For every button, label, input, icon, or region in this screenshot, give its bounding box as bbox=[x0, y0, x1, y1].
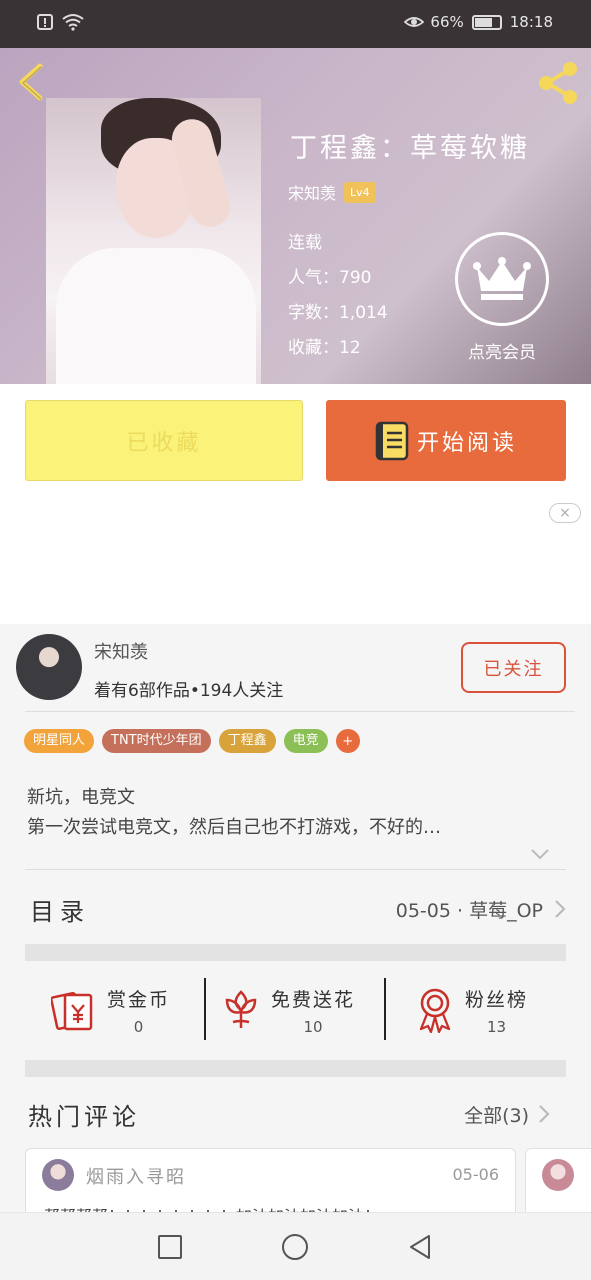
follow-button[interactable]: 已关注 bbox=[461, 642, 566, 693]
square-icon bbox=[158, 1235, 182, 1259]
commenter-name[interactable]: 烟雨入寻昭 bbox=[86, 1163, 186, 1189]
latest-chapter[interactable]: 05-05 · 草莓_OP bbox=[396, 896, 543, 923]
battery-icon bbox=[471, 14, 502, 30]
start-reading-button[interactable]: 开始阅读 bbox=[326, 400, 566, 481]
comment-date: 05-06 bbox=[452, 1165, 500, 1184]
tag[interactable]: 电竞 bbox=[283, 729, 328, 753]
author-card[interactable]: 宋知羡 着有6部作品•194人关注 已关注 bbox=[0, 624, 591, 714]
stat-value: 13 bbox=[486, 1017, 507, 1036]
tag[interactable]: TNT时代少年团 bbox=[102, 729, 211, 753]
intro-line: 新坑，电竞文 bbox=[27, 787, 135, 808]
author-name[interactable]: 宋知羡 bbox=[94, 638, 148, 664]
divider bbox=[204, 978, 206, 1040]
serial-status: 连载 bbox=[288, 233, 322, 253]
wifi-icon bbox=[62, 13, 84, 31]
author-stats: 着有6部作品•194人关注 bbox=[94, 681, 284, 701]
section-divider bbox=[25, 944, 566, 961]
eye-icon bbox=[404, 13, 425, 31]
back-nav-button[interactable] bbox=[406, 1233, 434, 1261]
popularity: 人气：790 bbox=[288, 268, 372, 288]
share-button[interactable] bbox=[535, 60, 581, 106]
recent-apps-button[interactable] bbox=[156, 1233, 184, 1261]
clock: 18:18 bbox=[509, 13, 553, 31]
free-flower[interactable]: 免费送花 10 bbox=[221, 978, 355, 1042]
commenter-avatar[interactable] bbox=[542, 1159, 574, 1191]
comment-card[interactable] bbox=[525, 1148, 591, 1218]
ad-close-button[interactable]: × bbox=[549, 503, 581, 523]
ad-area: × bbox=[0, 497, 591, 624]
commenter-avatar[interactable] bbox=[42, 1159, 74, 1191]
tag[interactable]: 丁程鑫 bbox=[218, 729, 276, 753]
chevron-down-icon[interactable] bbox=[530, 846, 550, 860]
book-author-line[interactable]: 宋知羡 Lv4 bbox=[288, 180, 376, 204]
book-meta: 连载 人气：790 字数：1,014 收藏：12 bbox=[288, 226, 388, 366]
stat-label: 粉丝榜 bbox=[465, 988, 529, 1011]
catalog-title: 目录 bbox=[30, 898, 90, 926]
flower-icon bbox=[225, 990, 257, 1028]
stat-label: 赏金币 bbox=[107, 988, 171, 1011]
word-count: 字数：1,014 bbox=[288, 303, 388, 323]
red-envelope-icon bbox=[51, 991, 93, 1031]
chevron-right-icon bbox=[537, 1103, 551, 1125]
stat-value: 10 bbox=[303, 1017, 323, 1036]
stat-label: 免费送花 bbox=[271, 988, 356, 1011]
favorite-count: 收藏：12 bbox=[288, 338, 361, 358]
book-intro[interactable]: 新坑，电竞文 第一次尝试电竞文，然后自己也不打游戏，不好的… bbox=[27, 783, 557, 843]
vip-label: 点亮会员 bbox=[468, 343, 536, 363]
triangle-back-icon bbox=[410, 1235, 430, 1259]
all-comments-link[interactable]: 全部(3) bbox=[464, 1101, 529, 1128]
comment-card[interactable]: 烟雨入寻昭 05-06 帮帮帮帮！！！！！！！！加油加油加油加油！ bbox=[25, 1148, 516, 1218]
action-bar: 已收藏 开始阅读 bbox=[0, 384, 591, 497]
hot-comments-title: 热门评论 bbox=[28, 1103, 140, 1131]
chevron-right-icon bbox=[553, 898, 567, 920]
circle-icon bbox=[282, 1234, 308, 1260]
level-badge: Lv4 bbox=[344, 181, 376, 203]
hot-comments-header: 热门评论 全部(3) bbox=[0, 1077, 591, 1147]
book-cover bbox=[46, 98, 261, 384]
fan-ranking[interactable]: 粉丝榜 13 bbox=[415, 978, 528, 1042]
tag-list: 明星同人 TNT时代少年团 丁程鑫 电竞 + bbox=[24, 729, 360, 753]
book-header: 丁程鑫：草莓软糖 宋知羡 Lv4 连载 人气：790 字数：1,014 收藏：1… bbox=[0, 48, 591, 384]
collected-button[interactable]: 已收藏 bbox=[25, 400, 303, 481]
crown-icon bbox=[455, 232, 549, 326]
author-avatar[interactable] bbox=[16, 634, 82, 700]
home-button[interactable] bbox=[281, 1233, 309, 1261]
share-icon bbox=[539, 62, 577, 104]
start-reading-label: 开始阅读 bbox=[416, 430, 517, 456]
alert-icon bbox=[36, 13, 54, 31]
stat-value: 0 bbox=[133, 1017, 144, 1036]
reward-coins[interactable]: 赏金币 0 bbox=[51, 978, 170, 1042]
status-bar: 66% 18:18 bbox=[0, 0, 591, 48]
catalog-row[interactable]: 目录 05-05 · 草莓_OP bbox=[0, 870, 591, 944]
section-divider bbox=[25, 1060, 566, 1077]
vip-button[interactable]: 点亮会员 bbox=[455, 232, 549, 363]
battery-percent: 66% bbox=[430, 13, 464, 31]
interaction-row: 赏金币 0 免费送花 10 粉丝榜 13 bbox=[25, 960, 566, 1060]
intro-line: 第一次尝试电竞文，然后自己也不打游戏，不好的… bbox=[27, 817, 441, 838]
book-title: 丁程鑫：草莓软糖 bbox=[290, 133, 530, 164]
back-button[interactable] bbox=[14, 62, 50, 102]
tag[interactable]: 明星同人 bbox=[24, 729, 95, 753]
medal-icon bbox=[419, 988, 451, 1033]
battery-fill bbox=[474, 17, 492, 27]
divider bbox=[25, 711, 575, 712]
system-nav-bar bbox=[0, 1212, 591, 1280]
add-tag-button[interactable]: + bbox=[335, 729, 360, 753]
book-author[interactable]: 宋知羡 bbox=[288, 180, 336, 204]
divider bbox=[384, 978, 386, 1040]
book-icon bbox=[375, 421, 409, 460]
